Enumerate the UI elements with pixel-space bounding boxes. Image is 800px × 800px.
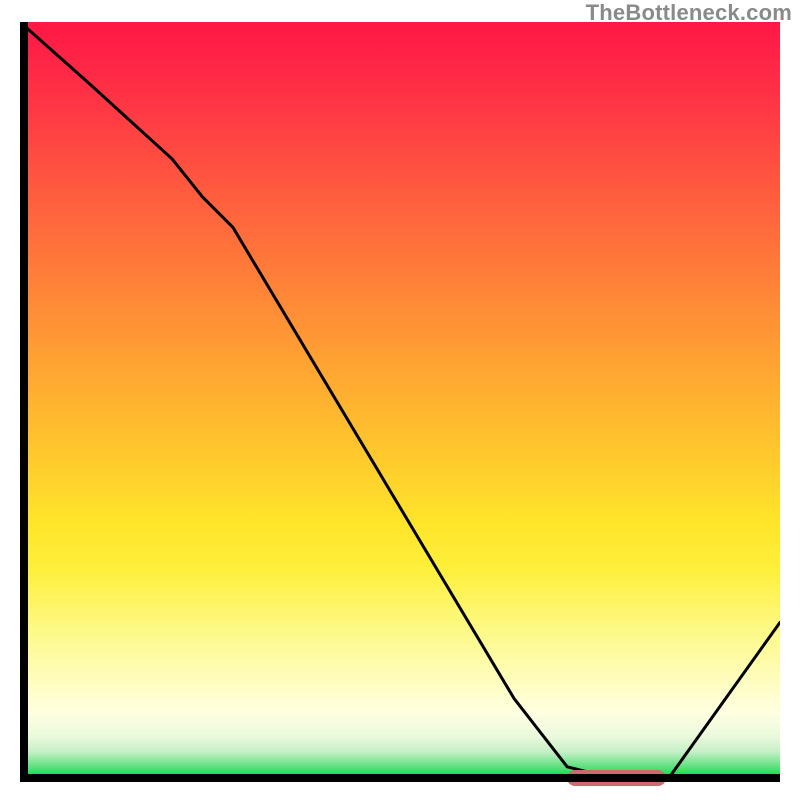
chart-background-gradient	[20, 22, 780, 782]
chart-container: TheBottleneck.com	[0, 0, 800, 800]
